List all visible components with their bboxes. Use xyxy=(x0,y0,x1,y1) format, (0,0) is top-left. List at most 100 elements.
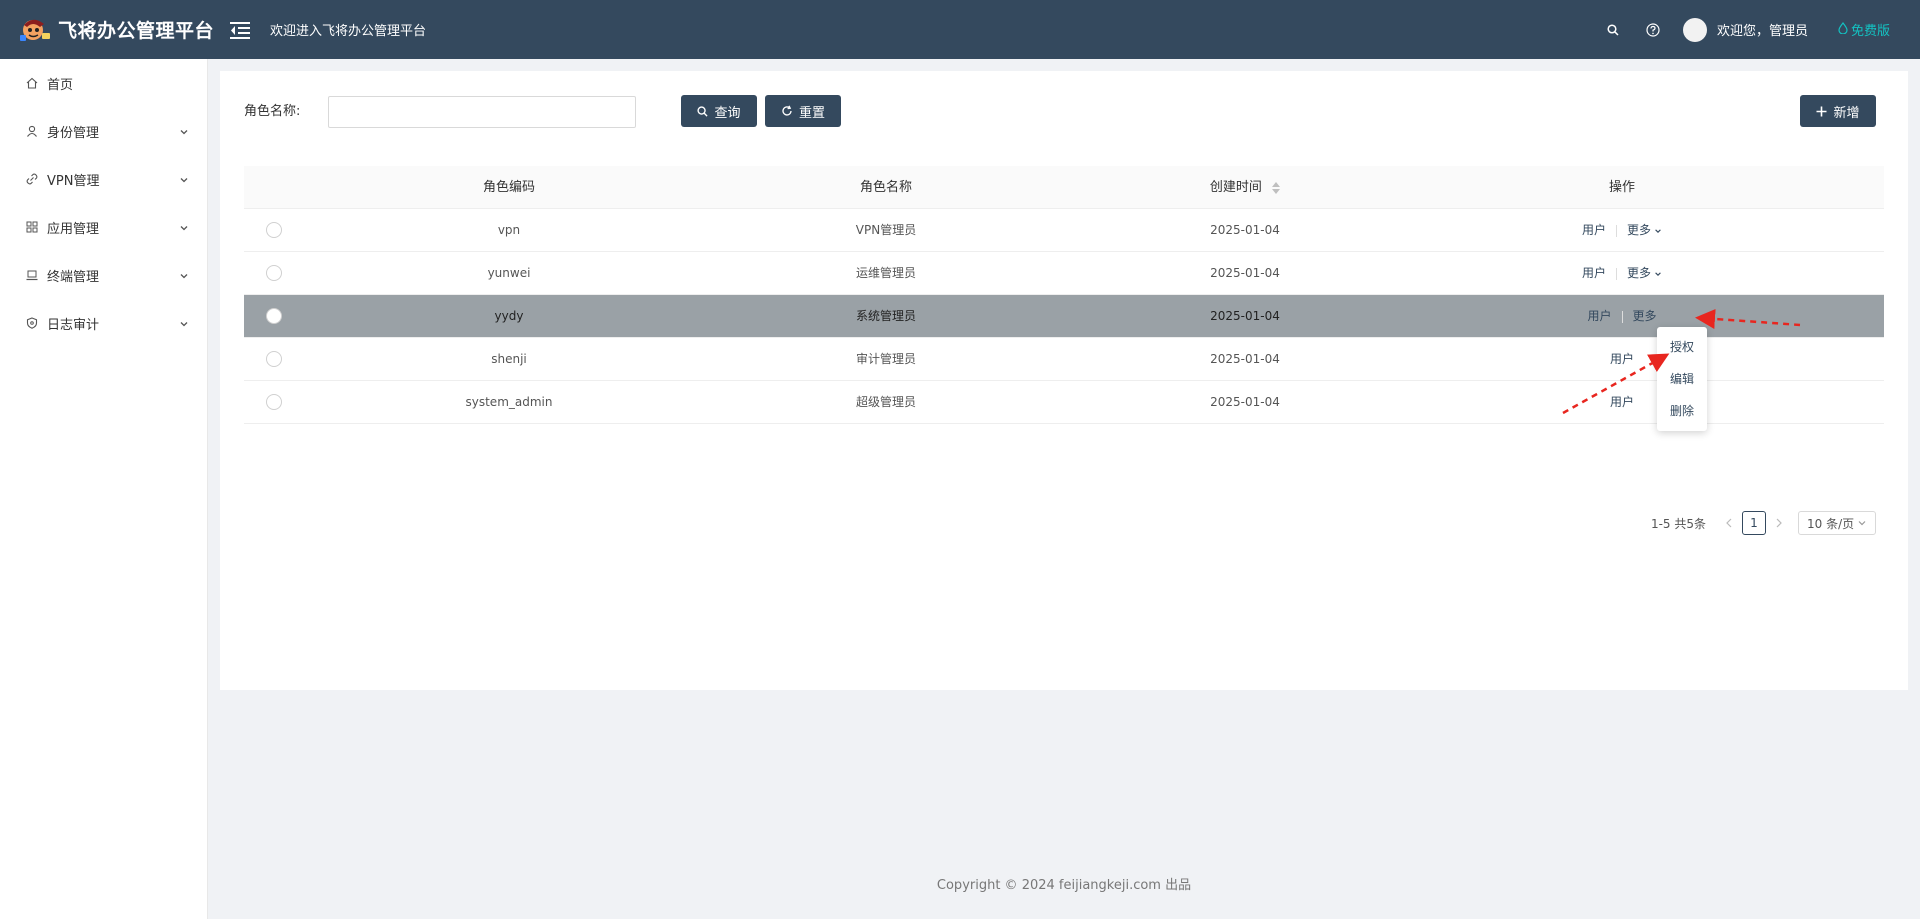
menu-item-edit[interactable]: 编辑 xyxy=(1657,363,1707,395)
chevron-down-icon xyxy=(1655,271,1661,276)
sort-icon[interactable] xyxy=(1272,181,1281,194)
created-time: 2025-01-04 xyxy=(1210,223,1280,237)
role-name-label: 角色名称: xyxy=(244,104,301,119)
table-row-selected[interactable]: yydy 系统管理员 2025-01-04 用户 更多 xyxy=(244,295,1884,338)
search-icon[interactable] xyxy=(1593,0,1633,59)
sidebar-item-label: 首页 xyxy=(47,77,74,93)
created-time: 2025-01-04 xyxy=(1210,266,1280,280)
sidebar-item-vpn[interactable]: VPN管理 xyxy=(0,155,207,203)
column-header-created[interactable]: 创建时间 xyxy=(1058,166,1432,209)
header-select xyxy=(244,166,304,209)
logo-mascot-icon xyxy=(18,15,52,45)
roles-table: 角色编码 角色名称 创建时间 操作 vpn VPN管理员 2025-01-04 … xyxy=(244,166,1884,424)
plus-icon xyxy=(1816,106,1827,117)
more-link[interactable]: 更多 xyxy=(1627,252,1662,295)
sidebar-item-audit[interactable]: 日志审计 xyxy=(0,299,207,347)
edition-label: 免费版 xyxy=(1850,24,1890,39)
welcome-text: 欢迎进入飞将办公管理平台 xyxy=(270,24,427,39)
row-radio[interactable] xyxy=(266,393,282,410)
page-size-value: 10 条/页 xyxy=(1807,516,1855,531)
users-link[interactable]: 用户 xyxy=(1610,381,1634,424)
add-button-label: 新增 xyxy=(1833,105,1860,121)
question-icon[interactable] xyxy=(1633,0,1673,59)
role-code: shenji xyxy=(491,352,527,366)
divider xyxy=(1616,267,1617,280)
laptop-icon xyxy=(25,268,39,282)
pagination-total: 1-5 共5条 xyxy=(1650,516,1706,531)
created-time: 2025-01-04 xyxy=(1210,309,1280,323)
users-link[interactable]: 用户 xyxy=(1582,209,1606,252)
query-button[interactable]: 查询 xyxy=(681,95,757,127)
sidebar-item-label: VPN管理 xyxy=(47,173,100,189)
logo-text: 飞将办公管理平台 xyxy=(58,20,215,42)
chevron-down-icon xyxy=(1858,521,1866,526)
sidebar-item-label: 身份管理 xyxy=(47,125,100,141)
role-code: system_admin xyxy=(465,395,553,409)
table-row[interactable]: yunwei 运维管理员 2025-01-04 用户 更多 xyxy=(244,252,1884,295)
reset-button-label: 重置 xyxy=(798,105,825,121)
column-header-label: 创建时间 xyxy=(1209,180,1262,195)
search-bar: 角色名称: 查询 重置 新增 xyxy=(244,95,1884,129)
users-link[interactable]: 用户 xyxy=(1582,252,1606,295)
pagination: 1-5 共5条 1 10 条/页 xyxy=(1651,511,1876,535)
users-link[interactable]: 用户 xyxy=(1587,295,1611,338)
chevron-down-icon xyxy=(179,270,189,280)
sidebar-item-identity[interactable]: 身份管理 xyxy=(0,107,207,155)
more-label: 更多 xyxy=(1627,266,1652,280)
shield-icon xyxy=(25,316,39,330)
next-page-icon[interactable] xyxy=(1768,511,1790,535)
created-time: 2025-01-04 xyxy=(1210,352,1280,366)
table-row[interactable]: shenji 审计管理员 2025-01-04 用户 xyxy=(244,338,1884,381)
table-header: 角色编码 角色名称 创建时间 操作 xyxy=(244,166,1884,209)
sidebar-item-home[interactable]: 首页 xyxy=(0,59,207,107)
column-header: 角色名称 xyxy=(859,180,912,195)
droplet-icon xyxy=(1838,21,1848,38)
page-number[interactable]: 1 xyxy=(1742,511,1766,535)
role-name: 运维管理员 xyxy=(855,266,916,280)
role-name: 超级管理员 xyxy=(855,395,916,409)
user-icon xyxy=(25,124,39,138)
created-time: 2025-01-04 xyxy=(1210,395,1280,409)
apps-icon xyxy=(25,220,39,234)
more-label: 更多 xyxy=(1632,309,1657,323)
more-link[interactable]: 更多 xyxy=(1633,295,1657,338)
sidebar-item-label: 终端管理 xyxy=(47,269,100,285)
role-code: vpn xyxy=(497,223,521,237)
role-code: yunwei xyxy=(487,266,531,280)
row-radio[interactable] xyxy=(266,221,282,238)
chevron-down-icon xyxy=(179,318,189,328)
edition-badge[interactable]: 免费版 xyxy=(1838,20,1890,39)
sidebar-item-terminal[interactable]: 终端管理 xyxy=(0,251,207,299)
reset-button[interactable]: 重置 xyxy=(765,95,841,127)
sidebar-item-apps[interactable]: 应用管理 xyxy=(0,203,207,251)
row-radio[interactable] xyxy=(266,307,282,324)
table-row[interactable]: system_admin 超级管理员 2025-01-04 用户 xyxy=(244,381,1884,424)
role-name-input[interactable] xyxy=(328,96,636,128)
row-radio[interactable] xyxy=(266,264,282,281)
user-menu[interactable]: 欢迎您，管理员 xyxy=(1682,17,1808,42)
menu-item-delete[interactable]: 删除 xyxy=(1657,395,1707,427)
column-header: 角色编码 xyxy=(482,180,535,195)
role-code: yydy xyxy=(494,309,524,323)
add-button[interactable]: 新增 xyxy=(1800,95,1876,127)
search-icon xyxy=(697,105,709,117)
page-size-select[interactable]: 10 条/页 xyxy=(1798,511,1876,535)
home-icon xyxy=(25,76,39,90)
more-label: 更多 xyxy=(1627,223,1652,237)
users-link[interactable]: 用户 xyxy=(1610,338,1634,381)
query-button-label: 查询 xyxy=(714,105,741,121)
menu-item-authorize[interactable]: 授权 xyxy=(1657,331,1707,363)
more-link[interactable]: 更多 xyxy=(1627,209,1662,252)
menu-fold-icon[interactable] xyxy=(226,16,254,44)
row-radio[interactable] xyxy=(266,350,282,367)
prev-page-icon[interactable] xyxy=(1718,511,1740,535)
chevron-down-icon xyxy=(179,222,189,232)
sidebar-item-label: 应用管理 xyxy=(47,221,100,237)
table-row[interactable]: vpn VPN管理员 2025-01-04 用户 更多 xyxy=(244,209,1884,252)
logo[interactable]: 飞将办公管理平台 xyxy=(0,0,214,59)
footer-copyright: Copyright © 2024 feijiangkeji.com 出品 xyxy=(936,878,1192,893)
content-card: 角色名称: 查询 重置 新增 角色编码 角色名称 创建时间 操作 vpn VPN… xyxy=(220,71,1908,690)
role-name: 系统管理员 xyxy=(855,309,916,323)
reload-icon xyxy=(781,105,793,117)
divider xyxy=(1621,310,1623,323)
